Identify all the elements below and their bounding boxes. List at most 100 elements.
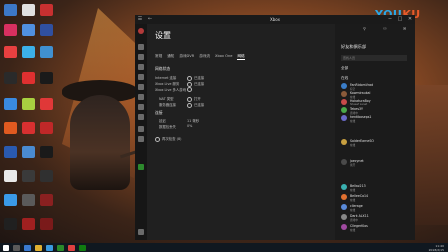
home-icon[interactable]: [138, 44, 144, 50]
desktop-icon[interactable]: [22, 170, 35, 182]
friend-item[interactable]: Dark ALX11 游戏中: [341, 214, 411, 222]
taskbar-app-icon[interactable]: [68, 244, 75, 251]
desktop-icon[interactable]: [4, 146, 17, 158]
friend-item[interactable]: hentiboseps1 在线: [341, 115, 411, 123]
titlebar: ☰ ← Xbox ─ □ ✕: [135, 15, 415, 24]
desktop-icon[interactable]: [4, 4, 17, 16]
avatar: [341, 194, 347, 200]
people-icon[interactable]: ⚇: [383, 26, 387, 31]
desktop-icon[interactable]: [40, 72, 53, 84]
store-icon[interactable]: [138, 94, 144, 100]
chat-icon[interactable]: ✉: [403, 26, 406, 31]
taskbar-app-icon[interactable]: [24, 244, 31, 251]
friend-item[interactable]: CllegerKlos 在线: [341, 224, 411, 232]
row-value-text: 已连接: [194, 103, 205, 107]
friend-status: 在线: [350, 143, 356, 147]
settings-gear-icon[interactable]: [138, 229, 144, 235]
tab-network[interactable]: 网络: [237, 54, 245, 60]
page-title: 设置: [155, 31, 171, 40]
avatar: [341, 115, 347, 121]
row-value: 11 毫秒: [187, 119, 200, 123]
desktop-icon[interactable]: [22, 4, 35, 16]
friend-item[interactable]: joecynet 离开: [341, 159, 411, 167]
desktop-icon[interactable]: [22, 146, 35, 158]
start-icon[interactable]: [3, 244, 9, 251]
avatar: [341, 83, 347, 89]
friend-item[interactable]: Tebes3Y 游戏中: [341, 107, 411, 115]
desktop-icon[interactable]: [22, 24, 35, 36]
desktop-icon[interactable]: [40, 4, 53, 16]
desktop-icon[interactable]: [4, 218, 17, 230]
desktop-icon[interactable]: [4, 98, 17, 110]
tab-notifications[interactable]: 通知: [167, 54, 174, 60]
desktop-icon[interactable]: [40, 146, 53, 158]
check-again-button[interactable]: 再次检查 (8): [155, 136, 181, 142]
tab-xbox-one[interactable]: Xbox One: [215, 54, 232, 60]
taskbar-app-icon[interactable]: [57, 244, 64, 251]
desktop-icon[interactable]: [40, 98, 53, 110]
desktop-icon[interactable]: [4, 194, 17, 206]
desktop-icon[interactable]: [40, 218, 53, 230]
friend-item[interactable]: Kowmiraukal 在线: [341, 91, 411, 99]
friend-item[interactable]: BelleeCo14 在线: [341, 194, 411, 202]
taskbar-app-icon[interactable]: [35, 244, 42, 251]
refresh-icon: [155, 136, 160, 142]
row-label: 服务器连接: [159, 103, 176, 107]
taskbar-app-icon[interactable]: [46, 244, 53, 251]
wallpaper-ship: [410, 85, 448, 225]
xbox-taskbar-icon[interactable]: [79, 244, 86, 251]
clock-date[interactable]: 2018/2/15: [429, 248, 444, 252]
search-icon[interactable]: [13, 244, 20, 251]
row-value: 0%: [187, 124, 193, 128]
desktop-icon[interactable]: [22, 218, 35, 230]
friend-item[interactable]: SolderEarneSO 在线: [341, 139, 411, 147]
desktop-icon[interactable]: [4, 72, 17, 84]
tab-game-dvr[interactable]: 游戏DVR: [179, 54, 194, 60]
avatar: [341, 204, 347, 210]
friend-status: 有空: [350, 87, 356, 91]
achievements-icon[interactable]: [138, 64, 144, 70]
filter-all[interactable]: 全部: [341, 66, 348, 71]
connect-icon[interactable]: [138, 114, 144, 120]
desktop-icon[interactable]: [40, 46, 53, 58]
friend-item[interactable]: Bellaz213 在线: [341, 184, 411, 192]
avatar[interactable]: [138, 28, 144, 34]
friend-item[interactable]: FanRidomVrad 有空: [341, 83, 411, 91]
activity-icon[interactable]: [138, 84, 144, 90]
friend-item[interactable]: cllerage 在线: [341, 204, 411, 212]
row-value: 打开: [187, 96, 201, 102]
row-label: 数据包丢失: [159, 125, 176, 129]
desktop-icon[interactable]: [22, 98, 35, 110]
friend-item[interactable]: HokaturaBoy Shaeef Lanat: [341, 99, 411, 106]
desktop-icon[interactable]: [40, 122, 53, 134]
games-icon[interactable]: [138, 54, 144, 60]
friends-heading: 好友和俱乐部: [341, 44, 367, 49]
desktop-icon[interactable]: [4, 24, 17, 36]
desktop-icon[interactable]: [40, 170, 53, 182]
desktop-icon[interactable]: [40, 24, 53, 36]
messages-icon[interactable]: [138, 136, 144, 142]
avatar: [341, 224, 347, 230]
desktop-icon[interactable]: [4, 122, 17, 134]
gamedvr-icon[interactable]: [138, 104, 144, 110]
search-input[interactable]: 查找人员: [341, 55, 407, 61]
desktop-icon[interactable]: [22, 122, 35, 134]
window-title: Xbox: [270, 17, 280, 22]
pin-icon[interactable]: ⚲: [363, 26, 366, 31]
desktop-icon[interactable]: [22, 72, 35, 84]
desktop-icon[interactable]: [4, 170, 17, 182]
tab-game-streaming[interactable]: 游戏流: [199, 54, 210, 60]
taskbar: 11:40 2018/2/15: [0, 243, 448, 252]
clubs-icon[interactable]: [138, 74, 144, 80]
desktop-icon[interactable]: [40, 194, 53, 206]
desktop-icon[interactable]: [22, 194, 35, 206]
search-placeholder: 查找人员: [343, 56, 356, 60]
settings-panel: 设置 常规 通知 游戏DVR 游戏流 Xbox One 网络 网络状态 Inte…: [147, 24, 335, 240]
trending-icon[interactable]: [138, 126, 144, 132]
friend-status: 在线: [350, 228, 356, 232]
section-online: 在线: [341, 76, 349, 80]
tab-general[interactable]: 常规: [155, 54, 162, 60]
desktop-icon[interactable]: [22, 46, 35, 58]
xbox-icon[interactable]: [138, 164, 144, 170]
desktop-icon[interactable]: [4, 46, 17, 58]
